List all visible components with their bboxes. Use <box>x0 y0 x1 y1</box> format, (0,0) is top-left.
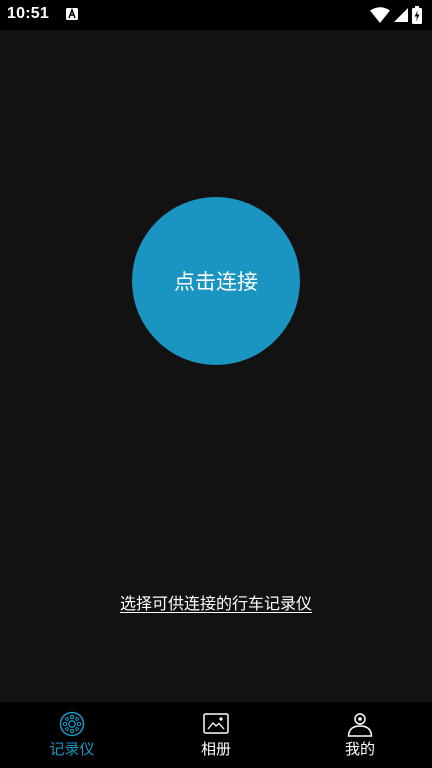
battery-charging-icon <box>412 6 422 24</box>
connect-button-label: 点击连接 <box>174 270 258 294</box>
dashcam-icon <box>59 711 85 737</box>
wifi-icon <box>370 7 390 23</box>
status-icons <box>370 6 422 24</box>
status-bar: 10:51 <box>0 0 432 30</box>
connect-button[interactable]: 点击连接 <box>132 197 300 365</box>
profile-icon <box>347 713 373 737</box>
nav-item-recorder[interactable]: 记录仪 <box>0 702 144 768</box>
a-notification-icon <box>66 8 78 20</box>
nav-label-album: 相册 <box>200 740 231 758</box>
bottom-nav: 记录仪 相册 我的 <box>0 702 432 768</box>
select-dashcam-link[interactable]: 选择可供连接的行车记录仪 <box>0 590 432 614</box>
album-icon <box>203 713 229 734</box>
nav-item-profile[interactable]: 我的 <box>288 702 432 768</box>
nav-label-recorder: 记录仪 <box>49 740 95 758</box>
status-time: 10:51 <box>7 5 49 22</box>
nav-label-profile: 我的 <box>344 740 375 758</box>
signal-icon <box>394 8 408 22</box>
nav-item-album[interactable]: 相册 <box>144 702 288 768</box>
main-content: 点击连接 选择可供连接的行车记录仪 <box>0 30 432 702</box>
